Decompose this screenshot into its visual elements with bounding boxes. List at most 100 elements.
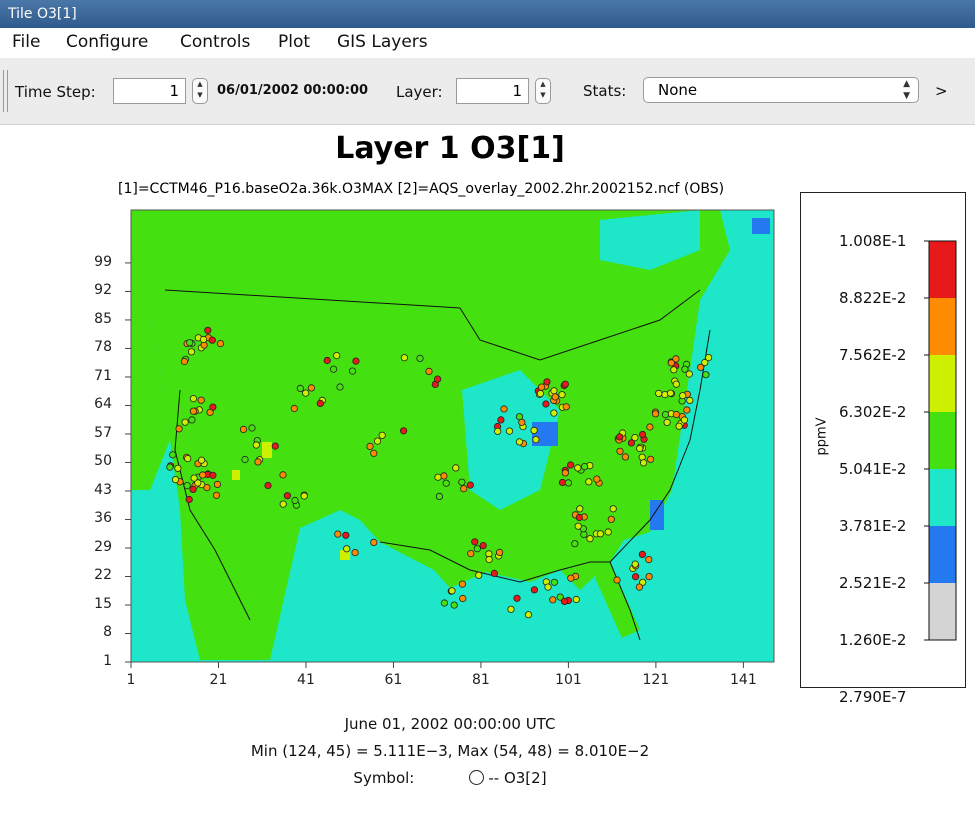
chevron-down-icon[interactable]: ▼	[197, 91, 202, 99]
layer-input[interactable]: 1	[456, 78, 529, 104]
menu-configure[interactable]: Configure	[66, 32, 148, 52]
legend-swatch	[929, 583, 956, 640]
observation-point	[199, 335, 208, 344]
observation-point	[558, 478, 567, 487]
observation-point	[524, 611, 533, 619]
observation-point	[572, 595, 580, 604]
time-step-input[interactable]: 1	[113, 78, 186, 104]
observation-point	[366, 442, 374, 450]
window-title-bar: Tile O3[1]	[0, 0, 975, 28]
observation-point	[458, 478, 466, 486]
observation-point	[616, 447, 624, 455]
observation-point	[180, 357, 188, 366]
menu-controls[interactable]: Controls	[180, 32, 250, 52]
observation-point	[239, 425, 248, 433]
observation-point	[209, 471, 217, 479]
observation-point	[329, 365, 338, 373]
observation-point	[561, 380, 569, 388]
observation-point	[500, 405, 508, 413]
observation-point	[198, 456, 206, 464]
observation-point	[667, 359, 675, 367]
observation-point	[302, 389, 310, 397]
circle-symbol-icon	[469, 770, 485, 785]
observation-point	[646, 455, 655, 463]
observation-point	[184, 454, 192, 463]
observation-point	[296, 384, 304, 392]
chevron-up-icon[interactable]: ▲	[197, 80, 202, 88]
observation-point	[672, 380, 680, 388]
color-legend: 1.008E-1 8.822E-2 7.562E-2 6.302E-2 5.041E-2…	[800, 192, 966, 706]
footer-date: June 01, 2002 00:00:00 UTC	[344, 715, 556, 733]
observation-point	[607, 515, 615, 523]
legend-break-label: 1.260E-2	[839, 631, 907, 649]
observation-point	[560, 597, 569, 605]
legend-break-label: 2.790E-7	[839, 688, 907, 706]
observation-point	[574, 464, 582, 472]
observation-point	[495, 548, 504, 556]
observation-point	[183, 481, 191, 490]
observation-point	[661, 411, 670, 419]
observation-point	[549, 596, 557, 604]
y-tick-label: 57	[94, 424, 112, 441]
observation-point	[639, 459, 648, 467]
stats-select[interactable]: None ▲ ▼	[643, 77, 919, 103]
observation-point	[675, 422, 683, 430]
observation-point	[189, 485, 197, 493]
toolbar-overflow-button[interactable]: >	[935, 82, 948, 100]
observation-point	[216, 340, 225, 348]
observation-point	[171, 475, 180, 484]
observation-point	[638, 430, 647, 439]
y-tick-label: 8	[103, 624, 112, 641]
window-title: Tile O3[1]	[8, 6, 77, 22]
observation-point	[543, 378, 551, 386]
observation-point	[479, 541, 487, 550]
legend-break-label: 1.008E-1	[839, 232, 907, 250]
menu-gis-layers[interactable]: GIS Layers	[337, 32, 428, 52]
legend-swatch	[929, 412, 956, 469]
observation-point	[702, 371, 710, 379]
observation-point	[550, 387, 558, 395]
observation-point	[542, 400, 550, 408]
symbol-label: Symbol:	[353, 769, 415, 787]
observation-point	[550, 409, 558, 417]
chevron-up-icon[interactable]: ▲	[540, 80, 545, 88]
observation-point	[507, 605, 515, 613]
observation-point	[433, 375, 442, 383]
observation-point	[670, 366, 678, 374]
layer-stepper[interactable]: ▲ ▼	[535, 78, 551, 104]
observation-point	[458, 580, 466, 588]
y-tick-label: 92	[94, 282, 112, 299]
menu-plot[interactable]: Plot	[278, 32, 310, 52]
observation-point	[435, 492, 443, 500]
x-tick-label: 1	[126, 672, 136, 688]
observation-point	[497, 416, 505, 424]
chevron-down-icon[interactable]: ▼	[540, 91, 545, 99]
observation-point	[399, 427, 408, 435]
x-tick-label: 21	[209, 672, 228, 688]
observation-point	[704, 354, 713, 362]
observation-point	[638, 550, 647, 558]
menu-file[interactable]: File	[12, 32, 40, 52]
observation-point	[636, 444, 644, 453]
observation-point	[575, 513, 583, 522]
observation-point	[460, 485, 468, 493]
time-step-stepper[interactable]: ▲ ▼	[192, 78, 208, 104]
observation-point	[279, 500, 287, 508]
observation-point	[580, 462, 589, 471]
observation-point	[613, 576, 621, 584]
observation-point	[187, 348, 196, 356]
observation-point	[209, 403, 217, 411]
plot-title: Layer 1 O3[1]	[335, 131, 565, 166]
observation-point	[334, 530, 342, 538]
toolbar-grip-icon[interactable]	[3, 70, 8, 112]
observation-point	[561, 469, 569, 477]
observation-point	[593, 475, 601, 483]
y-tick-label: 71	[94, 367, 112, 384]
observation-point	[551, 393, 559, 401]
symbol-series: -- O3[2]	[488, 769, 547, 787]
observation-point	[680, 416, 689, 424]
observation-point	[513, 594, 521, 602]
observation-point	[537, 383, 546, 391]
x-tick-label: 41	[297, 672, 315, 688]
time-step-label: Time Step:	[15, 83, 96, 101]
